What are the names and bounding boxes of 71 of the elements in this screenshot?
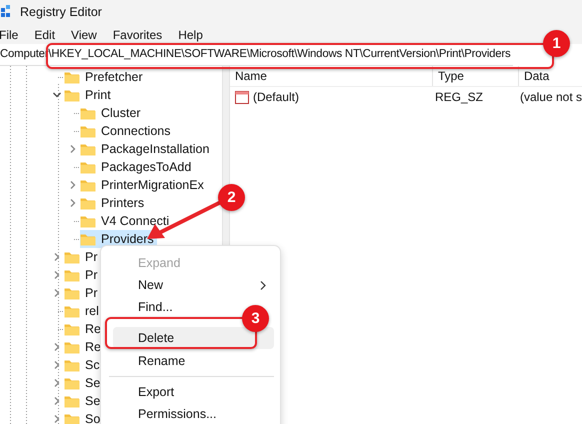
folder-icon [80,106,96,120]
tree-item[interactable]: Re [64,320,104,338]
tree-item[interactable]: PackagesToAdd [80,158,194,176]
tree-item[interactable]: Prefetcher [64,68,146,86]
collapse-chevron-icon[interactable] [53,91,61,99]
tree-item[interactable]: Pr [64,284,100,302]
expand-chevron-icon[interactable] [69,145,77,153]
menu-item[interactable]: View [71,28,104,42]
expand-chevron-icon[interactable] [53,289,61,297]
app-icon [0,5,10,19]
window-title: Registry Editor [20,5,102,19]
expand-chevron-icon[interactable] [53,343,61,351]
menu-item[interactable]: New [113,274,274,296]
folder-icon [80,196,96,210]
folder-icon [80,124,96,138]
tree-item[interactable]: Pr [64,266,100,284]
menu-item[interactable]: File [0,28,26,42]
tree-item[interactable]: Sc [64,356,103,374]
tree-item[interactable]: Re [64,338,104,356]
folder-icon [80,214,96,228]
string-value-icon [234,90,249,104]
menu-item[interactable]: Help [178,28,210,42]
table-cell-text: (value not s [518,90,582,104]
folder-icon [64,412,80,424]
folder-icon [64,304,80,318]
tree-item[interactable]: Connections [80,122,174,140]
expand-chevron-icon[interactable] [69,181,77,189]
folder-icon [64,250,80,264]
folder-icon [64,88,80,102]
folder-icon [80,142,96,156]
folder-icon [64,268,80,282]
tree-item[interactable]: V4 Connecti [80,212,172,230]
folder-icon [80,160,96,174]
step-number-badge: 2 [218,184,245,211]
tree-item[interactable]: rel [64,302,102,320]
folder-icon [80,178,96,192]
tree-item[interactable]: Printers [80,194,148,212]
folder-icon [64,340,80,354]
tree-item[interactable]: PrinterMigrationEx [80,176,207,194]
expand-chevron-icon[interactable] [53,379,61,387]
folder-icon [64,286,80,300]
tree-item[interactable]: Pr [64,248,100,266]
expand-chevron-icon[interactable] [53,415,61,423]
table-cell: (Default) [252,90,299,104]
menu-item[interactable]: Favorites [112,28,170,42]
expand-chevron-icon[interactable] [53,397,61,405]
tree-item[interactable]: PackageInstallation [80,140,212,158]
menu-item[interactable]: Permissions... [113,403,274,424]
tree-item[interactable]: Se [64,392,104,410]
folder-icon [64,322,80,336]
step-number-badge: 1 [543,30,570,57]
table-cell-text: REG_SZ [434,90,484,104]
folder-icon [64,394,80,408]
tree-item[interactable]: Cluster [80,104,144,122]
expand-chevron-icon[interactable] [69,199,77,207]
expand-chevron-icon[interactable] [53,253,61,261]
tree-item[interactable]: So [64,410,104,424]
folder-icon [80,232,96,246]
folder-icon [64,358,80,372]
column-header[interactable]: Type [432,66,519,86]
folder-icon [64,70,80,84]
folder-icon [64,376,80,390]
menu-item[interactable]: Edit [34,28,62,42]
tree-item[interactable]: Print [64,86,114,104]
expand-chevron-icon[interactable] [53,271,61,279]
column-header[interactable]: Name [230,66,433,86]
expand-chevron-icon[interactable] [53,361,61,369]
tree-item[interactable]: Se [64,374,104,392]
menu-item[interactable]: Rename [113,350,274,372]
column-header[interactable]: Data [518,66,582,86]
menu-item[interactable]: Export [113,381,274,403]
